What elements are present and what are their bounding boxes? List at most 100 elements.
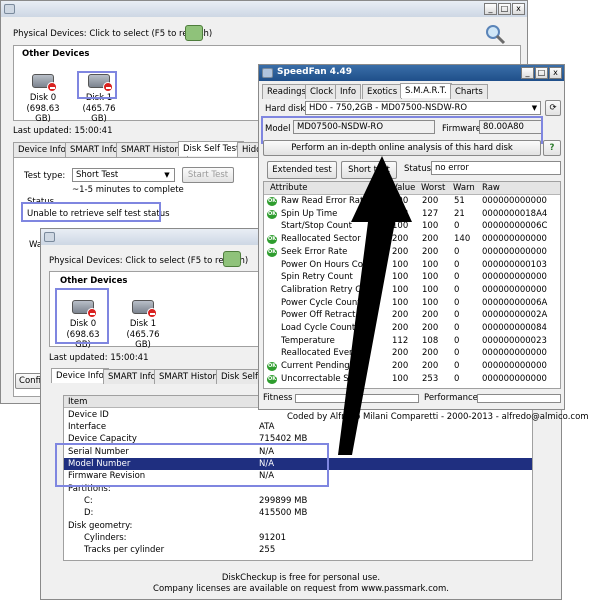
attribute-value: 200 — [392, 361, 409, 372]
tab-smart-info[interactable]: SMART Info — [103, 369, 161, 384]
attribute-name: Calibration Retry Count — [281, 284, 381, 295]
refresh-icon[interactable] — [185, 25, 203, 41]
smart-attribute-row[interactable]: Temperature 112 108 0 000000000023 — [264, 335, 560, 348]
titlebar: _ □ x — [1, 1, 527, 17]
attribute-raw: 0000000018A4 — [482, 208, 548, 219]
tab-charts[interactable]: Charts — [450, 84, 488, 99]
attribute-raw: 000000000000 — [482, 272, 547, 283]
smart-attribute-row[interactable]: Load Cycle Count 200 200 0 000000000084 — [264, 322, 560, 335]
extended-test-button[interactable]: Extended test — [267, 161, 337, 179]
smart-attribute-row[interactable]: Power Off Retract Co 200 200 0 00000000002A — [264, 309, 560, 322]
tab-info[interactable]: Info — [335, 84, 362, 99]
attribute-name: Reallocated Sector — [281, 234, 361, 245]
attribute-name: Temperature — [281, 335, 335, 346]
refresh-icon: ⟳ — [549, 103, 557, 113]
attribute-raw: 00000000002A — [482, 310, 548, 321]
attribute-worst: 127 — [422, 208, 439, 219]
row-item: Tracks per cylinder — [84, 545, 165, 555]
close-button[interactable]: x — [512, 3, 525, 15]
tab-smart[interactable]: S.M.A.R.T. — [400, 83, 452, 98]
smart-attribute-row[interactable]: Power On Hours Count 100 100 0 000000000103 — [264, 259, 560, 272]
attribute-name: Power Cycle Count — [281, 297, 361, 308]
test-type-select[interactable]: Short Test — [72, 168, 175, 182]
footer-line-1: DiskCheckup is free for personal use. — [221, 573, 381, 583]
tab-clock[interactable]: Clock — [305, 84, 339, 99]
attribute-name: Spin Up Time — [281, 208, 338, 219]
smart-attribute-row[interactable]: OK Raw Read Error Rate 200 200 51 00000000000… — [264, 195, 560, 208]
disk-name: Disk 1 — [129, 319, 157, 329]
start-test-button[interactable]: Start Test — [182, 167, 234, 183]
disk-size: (465.76 GB) — [82, 104, 116, 124]
chevron-down-icon[interactable]: ▼ — [529, 102, 540, 114]
minimize-button[interactable]: _ — [521, 67, 534, 79]
attribute-worst: 200 — [422, 310, 439, 321]
hard-disk-label: Hard disk — [265, 104, 306, 114]
tab-exotics[interactable]: Exotics — [362, 84, 403, 99]
table-row[interactable]: Interface ATA — [64, 421, 532, 433]
maximize-button[interactable]: □ — [535, 67, 548, 79]
tab-device-info[interactable]: Device Info — [51, 368, 109, 383]
refresh-button[interactable]: ⟳ — [545, 100, 561, 116]
chevron-down-icon[interactable]: ▼ — [161, 169, 173, 181]
highlight-disk0 — [55, 288, 109, 344]
smart-attribute-row[interactable]: Calibration Retry Count 100 100 0 0000000000… — [264, 284, 560, 297]
attribute-raw: 000000000084 — [482, 323, 547, 333]
attribute-value: 200 — [392, 323, 409, 333]
physical-devices-label: Physical Devices: Click to select (F5 to… — [49, 256, 249, 266]
attribute-warn: 140 — [454, 234, 471, 245]
online-analysis-button[interactable]: Perform an in-depth online analysis of t… — [263, 140, 541, 156]
attribute-warn: 0 — [454, 221, 460, 232]
attribute-worst: 200 — [422, 234, 439, 245]
tab-readings[interactable]: Readings — [262, 84, 311, 99]
attribute-value: 200 — [392, 234, 409, 245]
hard-disk-icon — [30, 72, 57, 92]
maximize-button[interactable]: □ — [498, 3, 511, 15]
row-value: ATA — [259, 422, 275, 432]
tab-smart-info[interactable]: SMART Info — [65, 142, 123, 157]
help-icon: ? — [549, 143, 555, 153]
smart-attribute-row[interactable]: Power Cycle Count 100 100 0 00000000006A — [264, 297, 560, 310]
highlight-disk1 — [77, 71, 117, 99]
smart-attribute-row[interactable]: Reallocated Event C 200 200 0 000000000000 — [264, 347, 560, 360]
smart-attribute-row[interactable]: OK Seek Error Rate 200 200 0 000000000000 — [264, 246, 560, 259]
attribute-value: 100 — [392, 284, 409, 295]
search-icon[interactable] — [484, 23, 506, 45]
tab-device-info[interactable]: Device Info — [13, 142, 71, 157]
attribute-raw: 00000000006A — [482, 297, 548, 308]
hard-disk-select[interactable]: HD0 - 750,2GB - MD07500-NSDW-RO — [305, 101, 541, 115]
highlight-serial-model-firmware — [55, 443, 329, 487]
smart-attribute-row[interactable]: Start/Stop Count 100 100 0 00000000006C — [264, 220, 560, 233]
attribute-warn: 0 — [454, 373, 460, 384]
smart-attribute-row[interactable]: OK Uncorrectable Se 100 253 0 000000000000 — [264, 373, 560, 386]
attribute-name: Uncorrectable Se — [281, 373, 354, 384]
disk-item[interactable]: Disk 0 (698.63 GB) — [20, 72, 66, 124]
table-row[interactable]: C: 299899 MB — [64, 495, 532, 507]
ok-status-icon: OK — [267, 247, 277, 257]
table-row[interactable]: Cylinders: 91201 — [64, 532, 532, 544]
smart-attribute-row[interactable]: OK Spin Up Time 133 127 21 0000000018A4 — [264, 208, 560, 221]
table-row[interactable]: Tracks per cylinder 255 — [64, 544, 532, 556]
short-test-button[interactable]: Short test — [341, 161, 397, 179]
attribute-value: 112 — [392, 335, 409, 346]
titlebar: SpeedFan 4.49 _ □ x — [259, 65, 564, 81]
performance-label: Performance — [424, 393, 478, 403]
refresh-icon[interactable] — [223, 251, 241, 267]
attribute-raw: 000000000000 — [482, 234, 547, 245]
table-row[interactable]: Disk geometry: — [64, 520, 532, 532]
smart-attribute-row[interactable]: OK Reallocated Sector 200 200 140 00000000000… — [264, 233, 560, 246]
smart-attribute-row[interactable]: Spin Retry Count 100 100 0 000000000000 — [264, 271, 560, 284]
row-item: Interface — [68, 422, 107, 432]
col-warn: Warn — [453, 183, 475, 193]
disk-item[interactable]: Disk 1 (465.76 GB) — [120, 298, 166, 350]
attribute-worst: 200 — [422, 348, 439, 359]
close-button[interactable]: x — [549, 67, 562, 79]
attribute-worst: 200 — [422, 196, 439, 206]
table-row[interactable]: D: 415500 MB — [64, 507, 532, 519]
table-header: Attribute Value Worst Warn Raw — [264, 182, 560, 195]
other-devices-heading: Other Devices — [22, 49, 90, 59]
attribute-warn: 51 — [454, 196, 465, 206]
minimize-button[interactable]: _ — [484, 3, 497, 15]
tab-disk-self-test[interactable]: Disk Self Test — [178, 141, 245, 156]
help-button[interactable]: ? — [543, 140, 561, 156]
smart-attribute-row[interactable]: OK Current Pending Se 200 200 0 000000000000 — [264, 360, 560, 373]
